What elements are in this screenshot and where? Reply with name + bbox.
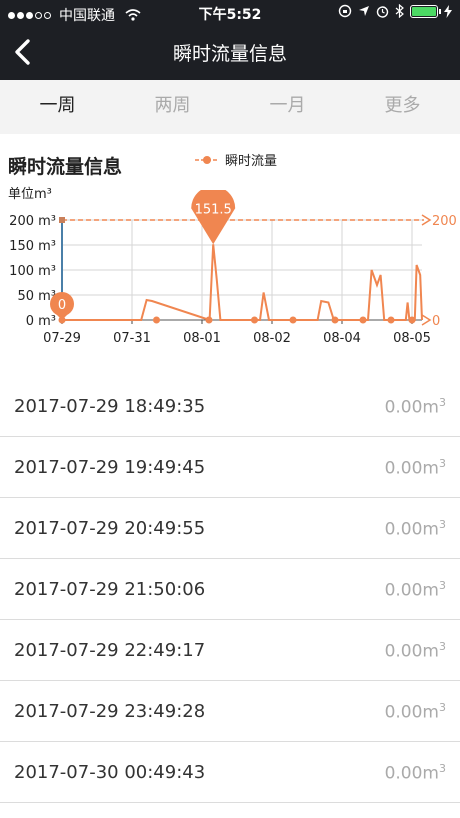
list-item[interactable]: 2017-07-30 00:49:43 0.00m3 [0,742,460,803]
page-title: 瞬时流量信息 [172,43,287,65]
tab-week[interactable]: 一周 [0,80,115,134]
y-tick-label: 200 m³ [9,214,56,229]
chart-legend: 瞬时流量 [195,150,277,169]
record-time: 2017-07-29 20:49:55 [14,518,206,539]
y-tick-label: 150 m³ [9,239,56,254]
x-tick-label: 08-04 [323,331,361,346]
marker-label: 0 [58,298,66,313]
navigation-bar: 瞬时流量信息 [0,26,460,80]
x-axis-ticks: 07-29 07-31 08-01 08-02 08-04 08-05 [43,320,431,346]
alarm-icon [376,5,389,18]
data-point [408,316,416,324]
data-point [359,316,367,324]
record-time: 2017-07-29 18:49:35 [14,396,206,417]
x-tick-label: 07-29 [43,331,81,346]
flow-chart[interactable]: 200 m³150 m³100 m³50 m³0 m³2000 07-29 07-… [0,190,460,350]
tab-month[interactable]: 一月 [230,80,345,134]
baseline-arrow [421,314,432,326]
max-line-start [59,217,65,223]
record-value: 0.00m3 [384,639,446,662]
record-value: 0.00m3 [384,578,446,601]
y-tick-label: 0 m³ [26,314,56,329]
record-time: 2017-07-29 22:49:17 [14,640,206,661]
list-item[interactable]: 2017-07-29 20:49:55 0.00m3 [0,498,460,559]
list-item[interactable]: 2017-07-29 23:49:28 0.00m3 [0,681,460,742]
charging-icon [444,4,452,18]
record-value: 0.00m3 [384,395,446,418]
period-tabs: 一周 两周 一月 更多 [0,80,460,134]
x-tick-label: 08-01 [183,331,221,346]
data-point [251,316,258,324]
location-icon [359,6,369,16]
record-list: 2017-07-29 18:49:35 0.00m3 2017-07-29 19… [0,376,460,803]
chart-grid [61,219,422,321]
x-tick-label: 07-31 [113,331,151,346]
data-point [331,316,339,324]
data-point [205,316,213,324]
list-item[interactable]: 2017-07-29 18:49:35 0.00m3 [0,376,460,437]
record-time: 2017-07-29 23:49:28 [14,701,206,722]
record-value: 0.00m3 [384,700,446,723]
record-time: 2017-07-30 00:49:43 [14,762,206,783]
list-item[interactable]: 2017-07-29 22:49:17 0.00m3 [0,620,460,681]
list-item[interactable]: 2017-07-29 19:49:45 0.00m3 [0,437,460,498]
bluetooth-icon [395,4,404,18]
x-tick-label: 08-05 [393,331,431,346]
record-value: 0.00m3 [384,761,446,784]
battery-icon [410,4,441,18]
record-value: 0.00m3 [384,456,446,479]
x-tick-label: 08-02 [253,331,291,346]
tab-two-weeks[interactable]: 两周 [115,80,230,134]
status-right [338,4,452,18]
right-tick-label: 200 [432,214,457,229]
y-axis-ticks: 200 m³150 m³100 m³50 m³0 m³2000 [9,214,457,329]
rotation-lock-icon [338,4,352,18]
record-time: 2017-07-29 21:50:06 [14,579,206,600]
series-line [62,244,423,322]
data-point [153,316,160,324]
legend-label: 瞬时流量 [225,154,278,169]
marker-pin [54,312,70,320]
record-value: 0.00m3 [384,517,446,540]
y-tick-label: 100 m³ [9,264,56,279]
right-tick-label: 0 [432,314,440,329]
tab-more[interactable]: 更多 [345,80,460,134]
record-time: 2017-07-29 19:49:45 [14,457,206,478]
status-bar: 中国联通 下午5:52 [0,0,460,26]
data-point [387,316,395,324]
legend-line-icon [195,155,219,164]
data-point [289,316,297,324]
chart-title: 瞬时流量信息 [8,156,123,178]
chart-markers: 151.50 [50,190,236,320]
marker-label: 151.5 [195,202,232,217]
list-item[interactable]: 2017-07-29 21:50:06 0.00m3 [0,559,460,620]
